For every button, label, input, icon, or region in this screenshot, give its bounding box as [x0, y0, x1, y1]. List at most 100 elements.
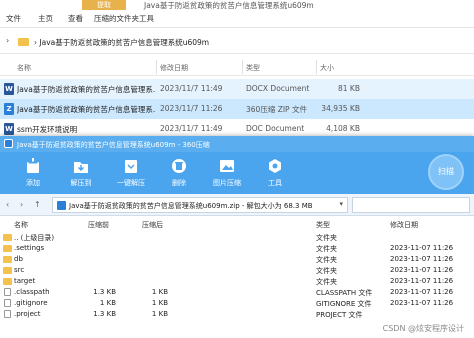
one-click-extract-icon: [125, 160, 137, 173]
add-label: 添加: [26, 179, 40, 187]
folder-icon: [3, 256, 12, 263]
table-row[interactable]: db 文件夹 2023-11-07 11:26: [0, 254, 474, 265]
tab-home[interactable]: 主页: [38, 13, 53, 24]
table-row[interactable]: target 文件夹 2023-11-07 11:26: [0, 276, 474, 287]
extract-to-label: 解压到: [70, 179, 92, 187]
delete-label: 删除: [172, 179, 186, 187]
row-size: 1 KB: [99, 299, 116, 307]
tab-file[interactable]: 文件: [6, 13, 21, 24]
row-size: 1.3 KB: [93, 288, 116, 296]
back-arrow-icon[interactable]: ‹: [6, 200, 9, 209]
add-icon: [27, 158, 39, 173]
column-date[interactable]: 修改日期: [390, 220, 418, 230]
row-size: 1.3 KB: [93, 310, 116, 318]
up-arrow-icon[interactable]: ↑: [34, 200, 41, 209]
tools-label: 工具: [268, 179, 282, 187]
folder-icon: [3, 278, 12, 285]
file-type: DOCX Document: [246, 84, 310, 93]
address-bar[interactable]: › › Java基于防返贫政策的贫苦户信息管理系统u609m: [0, 30, 474, 54]
scan-button[interactable]: 扫描: [428, 154, 464, 190]
column-divider[interactable]: [156, 60, 157, 74]
extract-to-button[interactable]: 解压到: [60, 155, 102, 191]
column-date[interactable]: 修改日期: [160, 63, 188, 73]
folder-icon: [3, 267, 12, 274]
row-name: .classpath: [14, 288, 50, 296]
row-name: .gitignore: [14, 299, 48, 307]
add-button[interactable]: 添加: [12, 155, 54, 191]
folder-icon: [18, 38, 29, 46]
row-date: 2023-11-07 11:26: [390, 288, 454, 296]
row-date: 2023-11-07 11:26: [390, 244, 454, 252]
zip-logo-icon: [4, 139, 13, 148]
table-row[interactable]: .project 1.3 KB 1 KB PROJECT 文件: [0, 309, 474, 320]
column-divider[interactable]: [242, 60, 243, 74]
zip-title-bar[interactable]: Java基于防返贫政策的贫苦户信息管理系统u609m - 360压缩: [0, 136, 474, 152]
column-compressed[interactable]: 压缩后: [142, 220, 163, 230]
row-type: 文件夹: [316, 267, 337, 275]
tools-icon: [269, 159, 281, 173]
expand-icon[interactable]: ›: [6, 36, 9, 45]
row-name: .project: [14, 310, 41, 318]
one-click-extract-label: 一键解压: [117, 179, 145, 187]
tab-compressed-tools[interactable]: 压缩的文件夹工具: [94, 13, 154, 24]
row-compressed: 1 KB: [151, 288, 168, 296]
word-icon: W: [4, 83, 14, 95]
forward-arrow-icon[interactable]: ›: [20, 200, 23, 209]
row-name: target: [14, 277, 36, 285]
extract-to-icon: [74, 162, 88, 173]
zip-path-bar: ‹ › ↑ Java基于防返贫政策的贫苦户信息管理系统u609m.zip - 解…: [0, 194, 474, 216]
row-type: 文件夹: [316, 256, 337, 264]
image-compress-button[interactable]: 图片压缩: [206, 155, 248, 191]
column-name[interactable]: 名称: [17, 63, 31, 73]
row-date: 2023-11-07 11:26: [390, 266, 454, 274]
file-date: 2023/11/7 11:26: [160, 104, 223, 113]
zip-icon: Z: [4, 103, 14, 115]
row-name: db: [14, 255, 23, 263]
row-type: 文件夹: [316, 278, 337, 286]
row-type: 文件夹: [316, 245, 337, 253]
column-size[interactable]: 大小: [320, 63, 334, 73]
table-row[interactable]: .. (上级目录) 文件夹: [0, 232, 474, 243]
row-name: src: [14, 266, 25, 274]
column-name[interactable]: 名称: [14, 220, 28, 230]
file-icon: [4, 310, 11, 318]
file-size: 81 KB: [338, 84, 360, 93]
folder-icon: [3, 245, 12, 252]
tab-extract[interactable]: 提取: [82, 0, 126, 10]
file-name: ssm开发环境说明: [17, 125, 78, 134]
table-row[interactable]: .settings 文件夹 2023-11-07 11:26: [0, 243, 474, 254]
column-type[interactable]: 类型: [246, 63, 260, 73]
chevron-down-icon[interactable]: ▾: [339, 200, 343, 208]
search-input[interactable]: [352, 197, 470, 213]
row-date: 2023-11-07 11:26: [390, 299, 454, 307]
tools-button[interactable]: 工具: [254, 155, 296, 191]
tab-view[interactable]: 查看: [68, 13, 83, 24]
path-field[interactable]: Java基于防返贫政策的贫苦户信息管理系统u609m.zip - 解包大小为 6…: [52, 197, 348, 213]
table-row[interactable]: .classpath 1.3 KB 1 KB CLASSPATH 文件 2023…: [0, 287, 474, 298]
column-size[interactable]: 压缩前: [88, 220, 109, 230]
column-type[interactable]: 类型: [316, 220, 330, 230]
folder-icon: [3, 234, 12, 241]
breadcrumb[interactable]: › Java基于防返贫政策的贫苦户信息管理系统u609m: [34, 37, 209, 48]
file-size: 4,108 KB: [326, 124, 360, 133]
row-compressed: 1 KB: [151, 310, 168, 318]
file-name: Java基于防返贫政策的贫苦户信息管理系...: [17, 85, 155, 94]
table-row[interactable]: .gitignore 1 KB 1 KB GITIGNORE 文件 2023-1…: [0, 298, 474, 309]
zip-toolbar: 添加 解压到 一键解压 删除 图片压缩 工具 扫描: [0, 152, 474, 194]
row-date: 2023-11-07 11:26: [390, 255, 454, 263]
zip-icon: [57, 201, 66, 210]
delete-button[interactable]: 删除: [158, 155, 200, 191]
table-row[interactable]: src 文件夹 2023-11-07 11:26: [0, 265, 474, 276]
file-size: 34,935 KB: [321, 104, 360, 113]
window-title: Java基于防返贫政策的贫苦户信息管理系统u609m: [144, 1, 314, 10]
watermark: CSDN @炫安程序设计: [382, 324, 464, 333]
file-row[interactable]: W Java基于防返贫政策的贫苦户信息管理系... 2023/11/7 11:4…: [0, 79, 474, 99]
one-click-extract-button[interactable]: 一键解压: [110, 155, 152, 191]
file-row[interactable]: Z Java基于防返贫政策的贫苦户信息管理系... 2023/11/7 11:2…: [0, 99, 474, 119]
zip-window-title: Java基于防返贫政策的贫苦户信息管理系统u609m - 360压缩: [17, 141, 210, 149]
column-divider[interactable]: [316, 60, 317, 74]
zip-window: Java基于防返贫政策的贫苦户信息管理系统u609m - 360压缩 添加 解压…: [0, 136, 474, 338]
row-type: CLASSPATH 文件: [316, 289, 373, 297]
breadcrumb-item[interactable]: Java基于防返贫政策的贫苦户信息管理系统u609m: [39, 38, 209, 47]
zip-list-header: 名称 压缩前 压缩后 类型 修改日期: [0, 218, 474, 230]
